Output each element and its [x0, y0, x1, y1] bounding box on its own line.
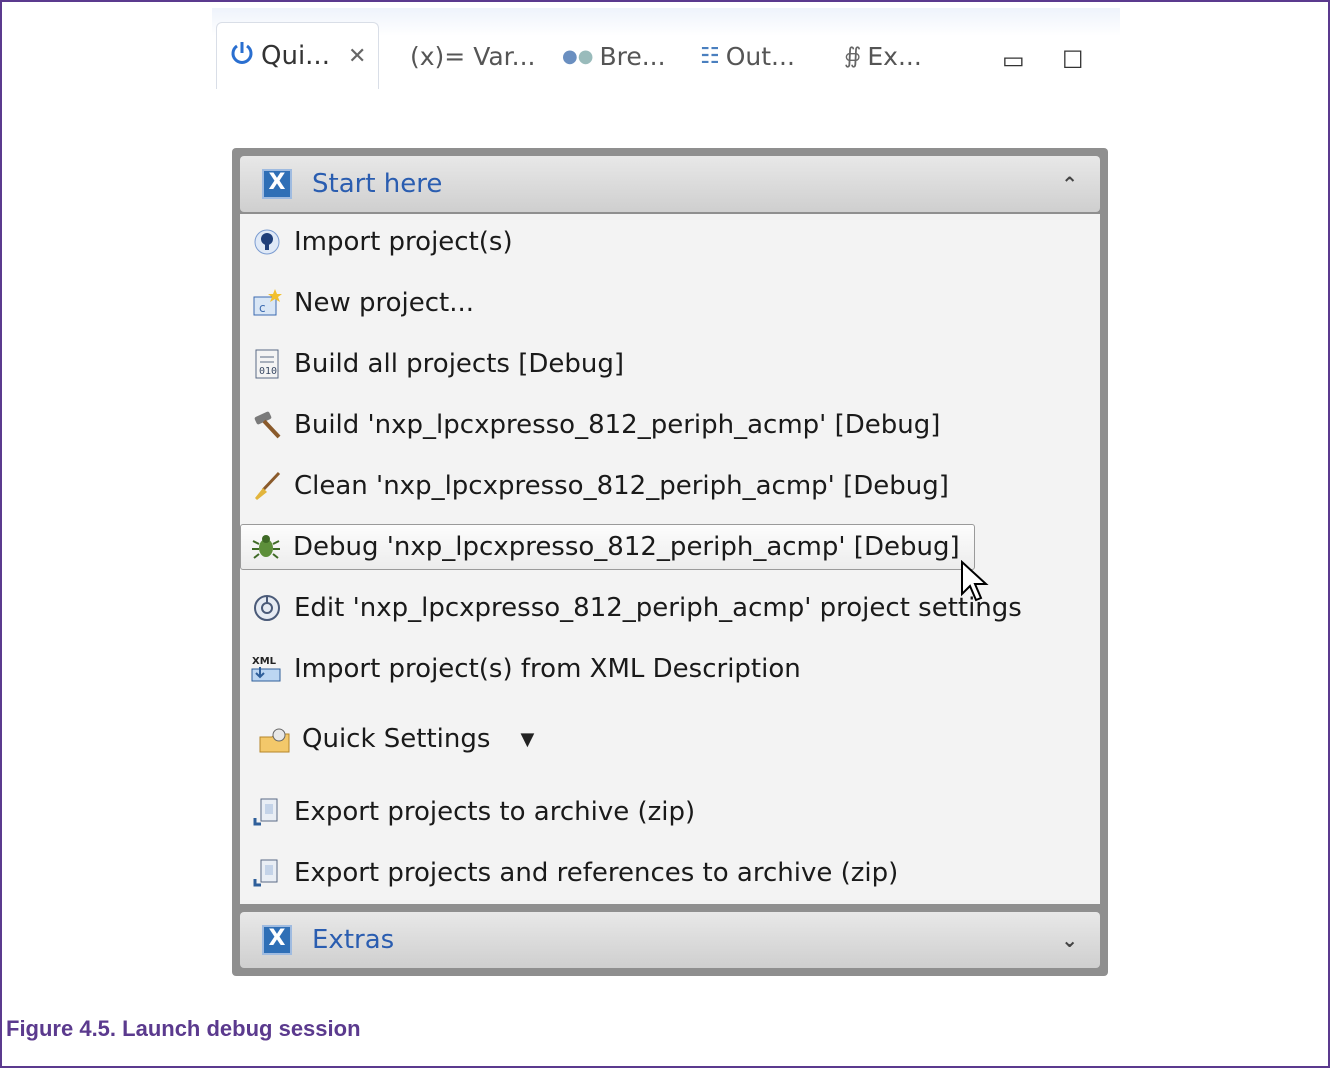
- list-item-debug-project[interactable]: Debug 'nxp_lpcxpresso_812_periph_acmp' […: [240, 524, 975, 570]
- expressions-icon: ∯: [844, 43, 862, 69]
- item-label: Debug 'nxp_lpcxpresso_812_periph_acmp' […: [293, 532, 960, 562]
- list-item-edit-settings[interactable]: Edit 'nxp_lpcxpresso_812_periph_acmp' pr…: [250, 586, 1022, 630]
- list-item-export-archive[interactable]: Export projects to archive (zip): [250, 790, 695, 834]
- start-section-list: Import project(s) c New project... 010 B…: [240, 214, 1100, 904]
- chevron-down-icon[interactable]: ▼: [520, 729, 534, 750]
- list-item-import-projects[interactable]: Import project(s): [250, 220, 513, 264]
- svg-text:c: c: [259, 301, 266, 315]
- section-header-extras[interactable]: X Extras ⌄: [240, 912, 1100, 968]
- item-label: New project...: [294, 288, 475, 318]
- broom-icon: [250, 469, 284, 503]
- tab-expressions[interactable]: ∯ Ex...: [844, 36, 922, 76]
- collapse-icon[interactable]: ⌃: [1061, 172, 1078, 196]
- tab-outline[interactable]: ☷ Out...: [700, 36, 795, 76]
- svg-text:010: 010: [259, 366, 277, 377]
- tab-quickstart[interactable]: Qui... ✕: [216, 22, 380, 89]
- outline-icon: ☷: [700, 43, 720, 69]
- item-label: Build all projects [Debug]: [294, 349, 625, 379]
- list-item-build-all[interactable]: 010 Build all projects [Debug]: [250, 342, 624, 386]
- export-icon: [250, 856, 284, 890]
- expand-icon[interactable]: ⌄: [1061, 928, 1078, 952]
- list-item-clean-project[interactable]: Clean 'nxp_lpcxpresso_812_periph_acmp' […: [250, 464, 949, 508]
- settings-icon: [250, 591, 284, 625]
- quick-settings-dropdown[interactable]: Quick Settings ▼: [258, 717, 534, 761]
- section-title: Start here: [312, 169, 443, 199]
- section-icon: X: [262, 925, 292, 955]
- list-item-new-project[interactable]: c New project...: [250, 281, 474, 325]
- item-label: Import project(s) from XML Description: [294, 654, 801, 684]
- item-label: Export projects and references to archiv…: [294, 858, 899, 888]
- export-icon: [250, 795, 284, 829]
- power-icon: [229, 40, 255, 73]
- view-tab-bar: Qui... ✕ (x)= Var... ●● Bre... ☷ Out... …: [212, 8, 1120, 102]
- bug-icon: [249, 530, 283, 564]
- section-title: Extras: [312, 925, 395, 955]
- import-icon: [250, 225, 284, 259]
- tab-breakpoints[interactable]: ●● Bre...: [562, 36, 666, 76]
- maximize-icon[interactable]: ☐: [1062, 46, 1084, 74]
- tab-label: Out...: [725, 41, 795, 71]
- quickstart-view: Qui... ✕ (x)= Var... ●● Bre... ☷ Out... …: [212, 8, 1120, 976]
- item-label: Export projects to archive (zip): [294, 797, 696, 827]
- item-label: Clean 'nxp_lpcxpresso_812_periph_acmp' […: [294, 471, 949, 501]
- item-label: Import project(s): [294, 227, 513, 257]
- item-label: Edit 'nxp_lpcxpresso_812_periph_acmp' pr…: [294, 593, 1022, 623]
- section-header-start[interactable]: X Start here ⌃: [240, 156, 1100, 212]
- xml-icon: XML: [250, 652, 284, 686]
- tab-label: Qui...: [261, 41, 330, 71]
- list-item-build-project[interactable]: Build 'nxp_lpcxpresso_812_periph_acmp' […: [250, 403, 940, 447]
- item-label: Build 'nxp_lpcxpresso_812_periph_acmp' […: [294, 410, 941, 440]
- svg-text:XML: XML: [252, 656, 277, 667]
- close-icon[interactable]: ✕: [348, 44, 366, 69]
- tab-label: Bre...: [599, 41, 666, 71]
- list-item-export-references[interactable]: Export projects and references to archiv…: [250, 851, 898, 895]
- build-all-icon: 010: [250, 347, 284, 381]
- tab-label: Ex...: [867, 41, 922, 71]
- tab-variables[interactable]: (x)= Var...: [404, 36, 536, 76]
- tab-label: (x)= Var...: [410, 41, 536, 71]
- section-icon: X: [262, 169, 292, 199]
- hammer-icon: [250, 408, 284, 442]
- minimize-icon[interactable]: ▭: [1002, 46, 1025, 74]
- figure-caption: Figure 4.5. Launch debug session: [6, 1016, 361, 1041]
- quick-settings-icon: [258, 722, 292, 756]
- new-project-icon: c: [250, 286, 284, 320]
- item-label: Quick Settings: [302, 724, 491, 754]
- breakpoints-icon: ●●: [562, 45, 594, 67]
- list-item-import-xml[interactable]: XML Import project(s) from XML Descripti…: [250, 647, 801, 691]
